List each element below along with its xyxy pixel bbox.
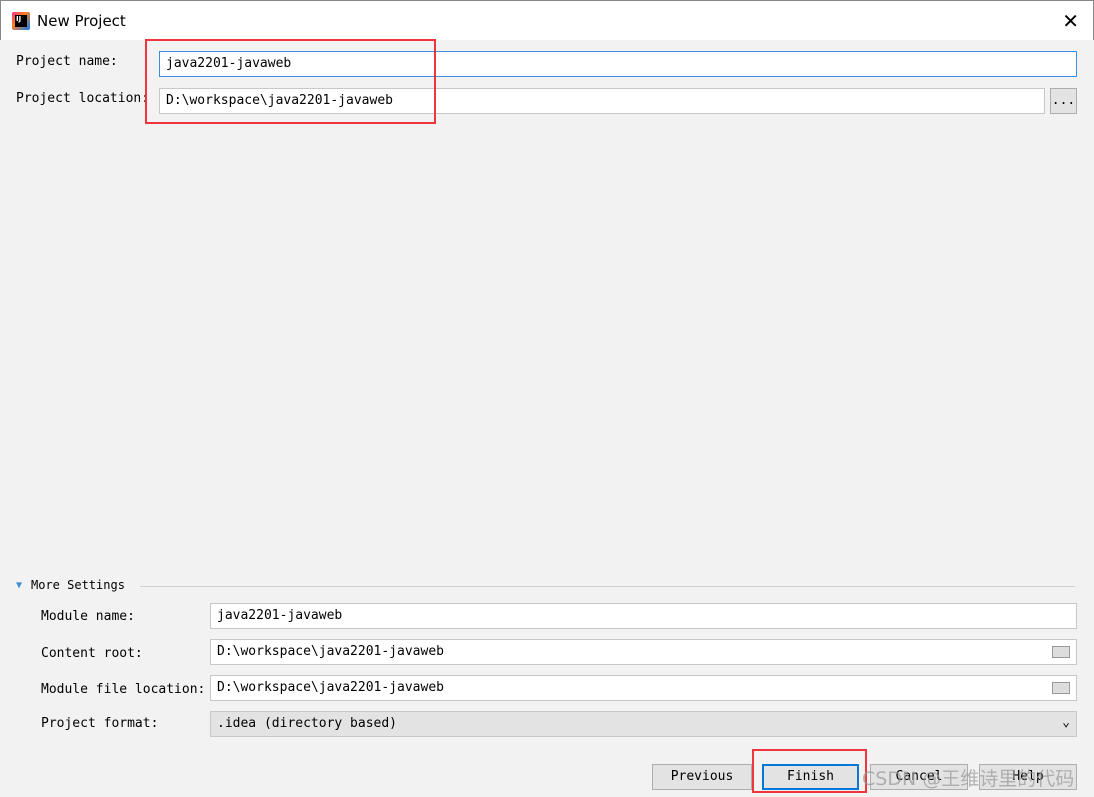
chevron-down-icon: ⌄: [1062, 715, 1070, 730]
close-icon[interactable]: ✕: [1062, 9, 1079, 33]
expand-triangle-icon[interactable]: ▼: [16, 580, 22, 591]
module-name-label: Module name:: [41, 609, 135, 624]
highlight-box: [145, 39, 436, 124]
window-title: New Project: [37, 12, 126, 30]
module-file-location-value: D:\workspace\java2201-javaweb: [217, 680, 444, 695]
title-bar: IJ New Project ✕: [0, 0, 1094, 40]
highlight-box: [752, 749, 867, 793]
previous-button[interactable]: Previous: [652, 764, 752, 790]
content-root-label: Content root:: [41, 646, 143, 661]
content-root-input[interactable]: D:\workspace\java2201-javaweb: [210, 639, 1077, 665]
module-file-location-input[interactable]: D:\workspace\java2201-javaweb: [210, 675, 1077, 701]
project-format-label: Project format:: [41, 716, 159, 731]
folder-icon[interactable]: [1052, 682, 1070, 694]
intellij-idea-icon: IJ: [12, 12, 30, 30]
divider: [140, 586, 1075, 587]
module-file-location-label: Module file location:: [41, 682, 206, 697]
project-location-label: Project location:: [16, 91, 150, 106]
content-root-value: D:\workspace\java2201-javaweb: [217, 644, 444, 659]
module-name-input[interactable]: java2201-javaweb: [210, 603, 1077, 629]
project-format-value: .idea (directory based): [217, 716, 398, 731]
watermark: CSDN @王维诗里的代码: [862, 768, 1075, 790]
project-name-label: Project name:: [16, 54, 118, 69]
folder-icon[interactable]: [1052, 646, 1070, 658]
project-format-select[interactable]: .idea (directory based) ⌄: [210, 711, 1077, 737]
more-settings-toggle[interactable]: More Settings: [31, 578, 125, 592]
browse-button[interactable]: ...: [1050, 88, 1077, 114]
